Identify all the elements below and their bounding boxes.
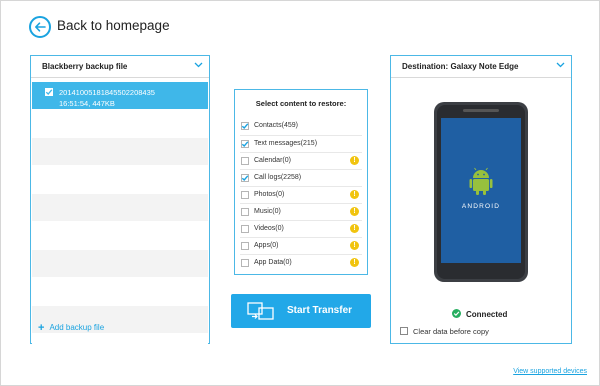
- backup-list-empty-row: [32, 166, 208, 194]
- add-backup-file-label: Add backup file: [49, 323, 105, 332]
- warning-icon: !: [350, 258, 359, 267]
- content-item[interactable]: Contacts(459): [240, 118, 362, 135]
- backup-file-list: 20141005181845502208435 16:51:54, 447KB: [32, 82, 208, 362]
- view-supported-devices-link[interactable]: View supported devices: [513, 368, 587, 375]
- backup-list-empty-row: [32, 278, 208, 306]
- start-transfer-label: Start Transfer: [287, 305, 353, 316]
- clear-data-option[interactable]: Clear data before copy: [400, 327, 489, 336]
- transfer-icon: [247, 302, 274, 320]
- content-item-label: Videos(0): [254, 225, 284, 232]
- app-window: Back to homepage Blackberry backup file …: [0, 0, 600, 386]
- content-checkbox[interactable]: [241, 122, 249, 130]
- clear-data-label: Clear data before copy: [413, 327, 489, 336]
- content-checkbox[interactable]: [241, 242, 249, 250]
- chevron-down-icon[interactable]: [194, 62, 203, 68]
- content-list: Contacts(459) Text messages(215) Calendar(…: [240, 118, 362, 271]
- clear-data-checkbox[interactable]: [400, 327, 408, 335]
- content-item[interactable]: Photos(0)!: [240, 186, 362, 203]
- destination-panel-title: Destination: Galaxy Note Edge: [402, 62, 519, 71]
- back-arrow-icon[interactable]: [29, 16, 51, 38]
- content-item-label: Photos(0): [254, 191, 285, 198]
- android-phone-image: ANDROID: [434, 102, 528, 282]
- warning-icon: !: [350, 241, 359, 250]
- backup-list-empty-row: [32, 110, 208, 138]
- check-circle-icon: [452, 309, 461, 318]
- connection-status-label: Connected: [466, 310, 508, 319]
- source-panel-header[interactable]: Blackberry backup file: [31, 56, 209, 78]
- backup-file-row-selected[interactable]: 20141005181845502208435 16:51:54, 447KB: [32, 82, 208, 110]
- backup-list-empty-row: [32, 194, 208, 222]
- content-item-label: Call logs(2258): [254, 174, 302, 181]
- content-item[interactable]: Calendar(0)!: [240, 152, 362, 169]
- content-checkbox[interactable]: [241, 174, 249, 182]
- content-item[interactable]: Call logs(2258): [240, 169, 362, 186]
- destination-panel-header[interactable]: Destination: Galaxy Note Edge: [391, 56, 571, 78]
- chevron-down-icon[interactable]: [556, 62, 565, 68]
- content-panel: Select content to restore: Contacts(459)…: [234, 89, 368, 275]
- content-panel-title: Select content to restore:: [255, 99, 347, 108]
- content-checkbox[interactable]: [241, 140, 249, 148]
- content-item-label: App Data(0): [254, 259, 292, 266]
- content-item-label: Calendar(0): [254, 157, 291, 164]
- content-item[interactable]: App Data(0)!: [240, 254, 362, 271]
- content-item[interactable]: Apps(0)!: [240, 237, 362, 254]
- warning-icon: !: [350, 224, 359, 233]
- plus-icon: +: [38, 322, 45, 334]
- backup-file-meta: 16:51:54, 447KB: [59, 99, 115, 108]
- row-checkbox[interactable]: [45, 88, 53, 96]
- content-checkbox[interactable]: [241, 208, 249, 216]
- content-checkbox[interactable]: [241, 157, 249, 165]
- backup-list-empty-row: [32, 222, 208, 250]
- content-checkbox[interactable]: [241, 225, 249, 233]
- start-transfer-button[interactable]: Start Transfer: [231, 294, 371, 328]
- content-item[interactable]: Text messages(215): [240, 135, 362, 152]
- warning-icon: !: [350, 207, 359, 216]
- content-item[interactable]: Music(0)!: [240, 203, 362, 220]
- content-checkbox[interactable]: [241, 259, 249, 267]
- connection-status: Connected: [452, 309, 507, 319]
- backup-list-empty-row: [32, 334, 208, 362]
- content-item-label: Contacts(459): [254, 122, 298, 129]
- content-item-label: Text messages(215): [254, 140, 318, 147]
- add-backup-file-button[interactable]: + Add backup file: [38, 322, 104, 334]
- destination-panel: Destination: Galaxy Note Edge ANDROID Co…: [390, 55, 572, 344]
- backup-list-empty-row: [32, 138, 208, 166]
- back-to-homepage-link[interactable]: Back to homepage: [57, 18, 170, 33]
- content-item[interactable]: Videos(0)!: [240, 220, 362, 237]
- source-panel: Blackberry backup file 20141005181845502…: [30, 55, 210, 362]
- content-item-label: Music(0): [254, 208, 281, 215]
- android-brand-text: ANDROID: [462, 203, 500, 210]
- backup-list-empty-row: [32, 250, 208, 278]
- warning-icon: !: [350, 156, 359, 165]
- content-item-label: Apps(0): [254, 242, 279, 249]
- source-panel-title: Blackberry backup file: [42, 62, 128, 71]
- warning-icon: !: [350, 190, 359, 199]
- backup-file-name: 20141005181845502208435: [59, 88, 155, 97]
- content-checkbox[interactable]: [241, 191, 249, 199]
